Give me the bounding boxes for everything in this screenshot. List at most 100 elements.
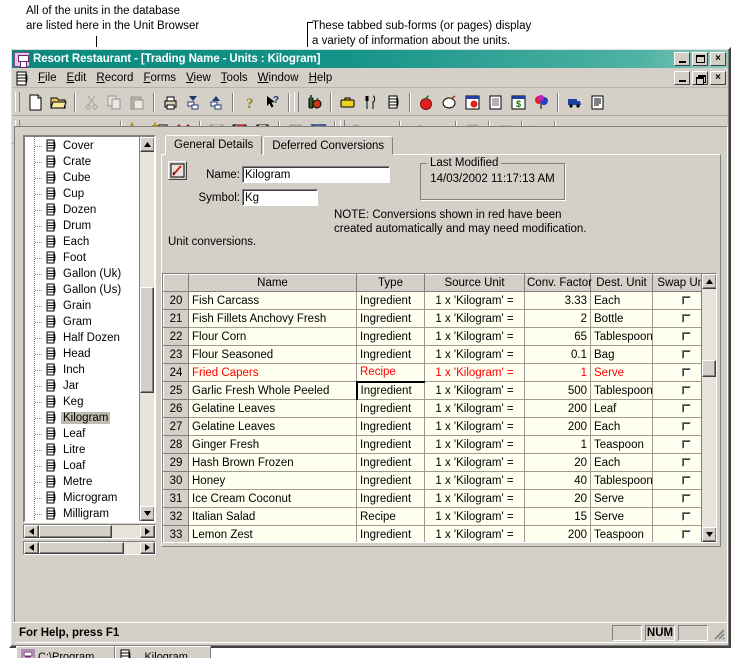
col-header-name[interactable]: Name: [188, 274, 357, 292]
name-cell[interactable]: Garlic Fresh Whole Peeled: [188, 381, 357, 400]
type-cell[interactable]: Ingredient: [356, 525, 425, 542]
type-cell[interactable]: Ingredient: [356, 309, 425, 328]
source-unit-cell[interactable]: 1 x 'Kilogram' =: [424, 327, 525, 346]
table-row[interactable]: 24 Fried Capers Recipe 1 x 'Kilogram' = 1 Ser…: [163, 363, 701, 382]
scroll-up-button[interactable]: [140, 137, 154, 152]
table-row[interactable]: 28 Ginger Fresh Ingredient 1 x 'Kilogram' =…: [163, 435, 701, 454]
dest-unit-cell[interactable]: Tablespoon: [590, 471, 653, 490]
swap-units-cell[interactable]: [652, 381, 701, 400]
conv-factor-cell[interactable]: 2: [524, 309, 591, 328]
conv-factor-cell[interactable]: 15: [524, 507, 591, 526]
tab-general-details[interactable]: General Details: [165, 135, 263, 155]
resize-grip[interactable]: [711, 626, 725, 640]
report-icon[interactable]: [586, 91, 609, 113]
delivery-truck-icon[interactable]: [563, 91, 586, 113]
document-list-icon[interactable]: [484, 91, 507, 113]
minimize-button[interactable]: [674, 52, 690, 66]
swap-units-checkbox[interactable]: [682, 493, 691, 503]
document-tab-kilogram[interactable]: Kilogram: [115, 646, 211, 658]
table-row[interactable]: 32 Italian Salad Recipe 1 x 'Kilogram' = 15 S…: [163, 507, 701, 526]
child-restore-button[interactable]: [692, 71, 708, 85]
type-cell[interactable]: Ingredient: [355, 380, 425, 400]
scroll-thumb[interactable]: [39, 541, 124, 554]
unit-browser-item[interactable]: Litre: [25, 442, 139, 458]
swap-units-cell[interactable]: [652, 507, 701, 526]
grid-vertical-scrollbar[interactable]: [701, 274, 716, 542]
swap-units-checkbox[interactable]: [682, 367, 691, 377]
swap-units-checkbox[interactable]: [682, 511, 691, 521]
source-unit-cell[interactable]: 1 x 'Kilogram' =: [424, 453, 525, 472]
symbol-input[interactable]: Kg: [242, 189, 318, 206]
col-header-source-unit[interactable]: Source Unit: [424, 274, 525, 292]
unit-browser-tree[interactable]: Cover Crate Cube Cup Dozen Drum Each Foot Gallon…: [23, 135, 156, 524]
row-number-cell[interactable]: 21: [163, 309, 189, 328]
row-number-cell[interactable]: 23: [163, 345, 189, 364]
scroll-track[interactable]: [702, 289, 716, 527]
unit-document-icon[interactable]: [14, 71, 29, 86]
swap-units-checkbox[interactable]: [682, 313, 691, 323]
new-document-icon[interactable]: [24, 91, 47, 113]
swap-units-checkbox[interactable]: [682, 457, 691, 467]
swap-units-cell[interactable]: [652, 291, 701, 310]
table-row[interactable]: 20 Fish Carcass Ingredient 1 x 'Kilogram' =…: [163, 291, 701, 310]
swap-units-checkbox[interactable]: [682, 295, 691, 305]
table-row[interactable]: 27 Gelatine Leaves Ingredient 1 x 'Kilogram…: [163, 417, 701, 436]
swap-units-cell[interactable]: [652, 489, 701, 508]
cutlery-icon[interactable]: [359, 91, 382, 113]
swap-units-cell[interactable]: [652, 327, 701, 346]
type-cell[interactable]: Ingredient: [356, 345, 425, 364]
swap-units-checkbox[interactable]: [682, 403, 691, 413]
conv-factor-cell[interactable]: 1: [524, 435, 591, 454]
unit-browser-item[interactable]: Leaf: [25, 426, 139, 442]
scroll-track[interactable]: [39, 525, 140, 538]
menu-item-file[interactable]: File: [33, 71, 62, 85]
sales-board-icon[interactable]: $: [507, 91, 530, 113]
row-number-cell[interactable]: 31: [163, 489, 189, 508]
unit-browser-item[interactable]: Microgram: [25, 490, 139, 506]
unit-browser-item[interactable]: Crate: [25, 154, 139, 170]
name-cell[interactable]: Flour Corn: [188, 327, 357, 346]
source-unit-cell[interactable]: 1 x 'Kilogram' =: [424, 291, 525, 310]
name-cell[interactable]: Honey: [188, 471, 357, 490]
dest-unit-cell[interactable]: Serve: [590, 489, 653, 508]
edit-pencil-icon[interactable]: [168, 161, 187, 180]
name-cell[interactable]: Gelatine Leaves: [188, 417, 357, 436]
menu-item-edit[interactable]: Edit: [62, 71, 92, 85]
type-cell[interactable]: Ingredient: [356, 399, 425, 418]
unit-browser-item[interactable]: Loaf: [25, 458, 139, 474]
menu-item-record[interactable]: Record: [91, 71, 138, 85]
conv-factor-cell[interactable]: 20: [524, 453, 591, 472]
dest-unit-cell[interactable]: Bottle: [590, 309, 653, 328]
table-row[interactable]: 21 Fish Fillets Anchovy Fresh Ingredient 1 …: [163, 309, 701, 328]
scroll-down-button[interactable]: [140, 506, 154, 522]
swap-units-cell[interactable]: [652, 453, 701, 472]
conv-factor-cell[interactable]: 0.1: [524, 345, 591, 364]
swap-units-cell[interactable]: [652, 435, 701, 454]
col-header-dest-unit[interactable]: Dest. Unit: [590, 274, 653, 292]
row-number-cell[interactable]: 20: [163, 291, 189, 310]
source-unit-cell[interactable]: 1 x 'Kilogram' =: [424, 381, 525, 400]
row-number-cell[interactable]: 26: [163, 399, 189, 418]
unit-browser-item[interactable]: Jar: [25, 378, 139, 394]
row-number-cell[interactable]: 24: [163, 363, 189, 382]
conversions-grid-body[interactable]: Name Type Source Unit Conv. Factor Dest.…: [163, 274, 701, 542]
child-minimize-button[interactable]: [674, 71, 690, 85]
unit-browser-item[interactable]: Kilogram: [25, 410, 139, 426]
menu-board-icon[interactable]: [461, 91, 484, 113]
dest-unit-cell[interactable]: Bag: [590, 345, 653, 364]
unit-measure-icon[interactable]: [382, 91, 405, 113]
ingredient-apple-icon[interactable]: [415, 91, 438, 113]
unit-browser-item[interactable]: Dozen: [25, 202, 139, 218]
dest-unit-cell[interactable]: Each: [590, 291, 653, 310]
supplier-bottle-icon[interactable]: [303, 91, 326, 113]
type-cell[interactable]: Ingredient: [356, 435, 425, 454]
source-unit-cell[interactable]: 1 x 'Kilogram' =: [424, 507, 525, 526]
menu-item-help[interactable]: Help: [304, 71, 338, 85]
scroll-down-button[interactable]: [702, 527, 716, 542]
name-cell[interactable]: Hash Brown Frozen: [188, 453, 357, 472]
type-cell[interactable]: Ingredient: [356, 489, 425, 508]
swap-units-cell[interactable]: [652, 417, 701, 436]
name-cell[interactable]: Fish Fillets Anchovy Fresh: [188, 309, 357, 328]
source-unit-cell[interactable]: 1 x 'Kilogram' =: [424, 417, 525, 436]
name-input[interactable]: Kilogram: [242, 166, 390, 183]
